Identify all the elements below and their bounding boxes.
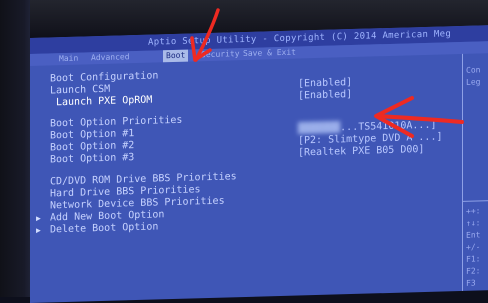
red-arrow-pointing-to-boot-tab (192, 10, 218, 60)
annotation-overlay (0, 0, 488, 297)
red-arrow-pointing-to-pxe-value (376, 98, 462, 136)
